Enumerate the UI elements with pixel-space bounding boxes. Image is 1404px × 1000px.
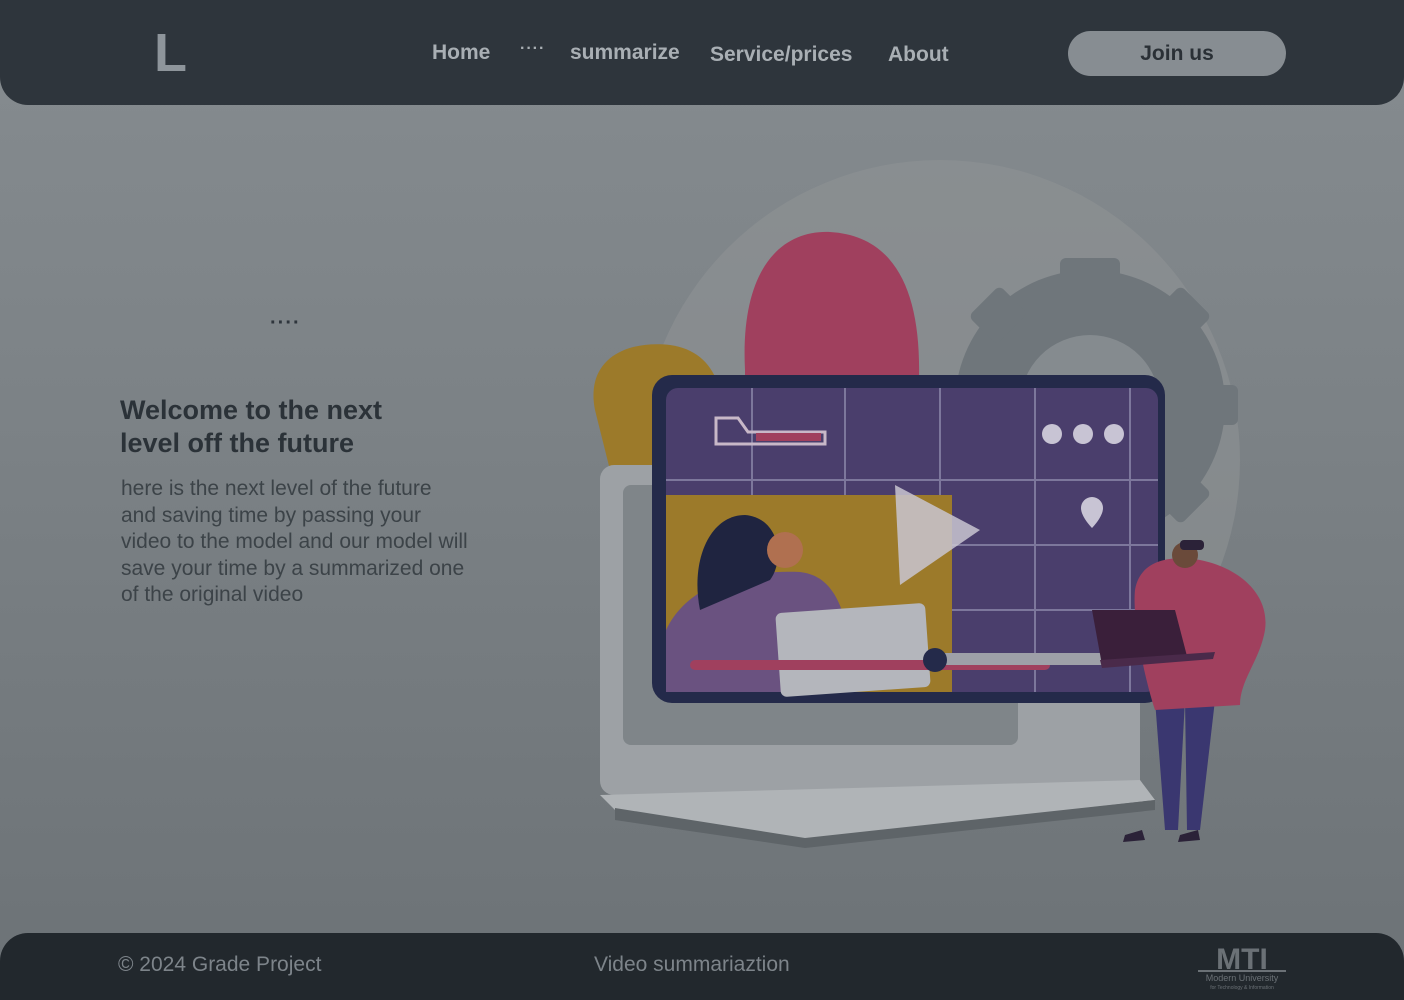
video-screen — [652, 375, 1165, 703]
mti-logo-subcaption: for Technology & Information — [1210, 985, 1274, 991]
hero-dots-decoration: ···· — [270, 312, 301, 334]
page-footer: © 2024 Grade Project Video summariaztion… — [0, 933, 1404, 1000]
join-us-button[interactable]: Join us — [1068, 31, 1286, 76]
nav-home-link[interactable]: Home — [432, 38, 490, 68]
site-logo[interactable]: L — [154, 26, 187, 80]
mti-university-logo: MTI Modern University for Technology & I… — [1198, 943, 1286, 991]
top-navbar: L Home ···· summarize Service/prices Abo… — [0, 0, 1404, 105]
footer-project-name: Video summariaztion — [594, 953, 790, 976]
nav-summarize-link[interactable]: summarize — [570, 38, 680, 68]
nav-about-link[interactable]: About — [888, 40, 949, 70]
nav-service-prices-link[interactable]: Service/prices — [710, 40, 852, 70]
copyright-text: © 2024 Grade Project — [118, 953, 322, 976]
hero-description: here is the next level of the future and… — [121, 477, 468, 606]
mti-logo-caption: Modern University — [1206, 973, 1279, 983]
hero-title: Welcome to the next level off the future — [120, 395, 383, 458]
nav-more-link[interactable]: ···· — [520, 34, 545, 64]
video-illustration — [593, 160, 1266, 848]
